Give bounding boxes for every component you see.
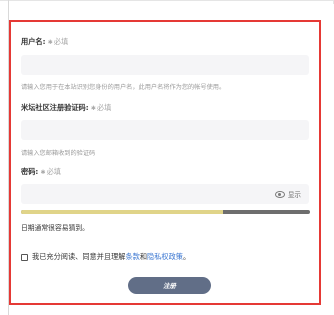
verification-code-label: 米坛社区注册验证码: bbox=[21, 103, 89, 112]
agreement-text: 我已充分阅读、同意并且理解条款和隐私权政策。 bbox=[32, 252, 191, 261]
verification-code-input[interactable] bbox=[21, 120, 309, 140]
password-required: ✱必填 bbox=[40, 167, 61, 176]
password-strength-fill bbox=[21, 210, 224, 214]
username-label: 用户名: bbox=[21, 37, 46, 46]
username-hint: 请输入您用于在本站识别您身份的用户名，此用户名将作为您的帐号使用。 bbox=[21, 84, 226, 91]
asterisk-icon: ✱ bbox=[90, 105, 96, 112]
show-password-label: 显示 bbox=[287, 191, 301, 199]
registration-form: 用户名: ✱必填 请输入您用于在本站识别您身份的用户名，此用户名将作为您的帐号使… bbox=[9, 20, 321, 305]
asterisk-icon: ✱ bbox=[47, 39, 53, 46]
show-password-toggle[interactable]: 显示 bbox=[274, 189, 301, 199]
password-strength-text: 日期通常很容易猜到。 bbox=[21, 224, 89, 232]
password-label-row: 密码: ✱必填 bbox=[21, 167, 61, 177]
username-input[interactable] bbox=[21, 55, 309, 75]
checkbox-icon[interactable] bbox=[21, 253, 28, 261]
privacy-policy-link[interactable]: 隐私权政策 bbox=[147, 252, 183, 261]
verification-code-required: ✱必填 bbox=[90, 103, 112, 112]
asterisk-icon: ✱ bbox=[40, 169, 46, 176]
username-required: ✱必填 bbox=[47, 37, 69, 46]
password-label: 密码: bbox=[21, 167, 39, 176]
agreement-row[interactable]: 我已充分阅读、同意并且理解条款和隐私权政策。 bbox=[21, 252, 190, 262]
verification-code-hint: 请输入您邮箱收到的验证码 bbox=[21, 150, 96, 157]
verification-code-label-row: 米坛社区注册验证码: ✱必填 bbox=[21, 103, 111, 113]
top-border bbox=[0, 0, 334, 4]
password-input[interactable]: 显示 bbox=[21, 184, 309, 204]
eye-icon bbox=[274, 190, 285, 198]
username-label-row: 用户名: ✱必填 bbox=[21, 37, 68, 47]
password-strength-meter bbox=[21, 210, 310, 214]
register-button[interactable]: 注册 bbox=[128, 277, 211, 294]
terms-link[interactable]: 条款 bbox=[125, 252, 139, 261]
